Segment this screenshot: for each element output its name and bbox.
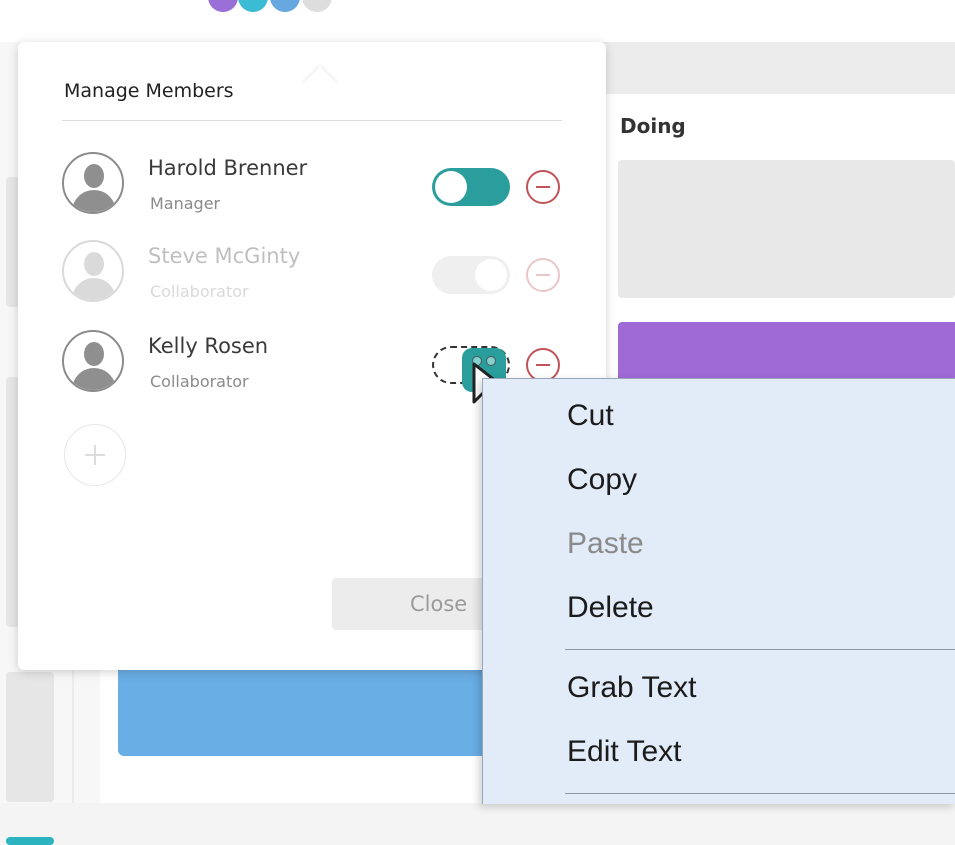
menu-separator bbox=[565, 793, 955, 794]
menu-item-paste: Paste bbox=[567, 527, 644, 560]
card[interactable] bbox=[6, 672, 54, 802]
minus-circle-icon[interactable] bbox=[526, 258, 560, 292]
role-toggle[interactable] bbox=[432, 168, 510, 206]
menu-item-copy[interactable]: Copy bbox=[567, 463, 637, 497]
popover-arrow bbox=[303, 67, 337, 101]
role-toggle[interactable] bbox=[432, 256, 510, 294]
card-blue[interactable] bbox=[118, 670, 488, 756]
member-role: Collaborator bbox=[150, 372, 249, 391]
member-name: Kelly Rosen bbox=[148, 334, 269, 358]
user-silhouette-icon bbox=[62, 152, 124, 214]
member-name: Steve McGinty bbox=[148, 244, 301, 268]
dialog-title: Manage Members bbox=[64, 80, 234, 102]
plus-icon[interactable] bbox=[64, 424, 126, 486]
menu-separator bbox=[565, 649, 955, 650]
member-row-steve: Steve McGinty Collaborator bbox=[62, 238, 582, 308]
member-role: Collaborator bbox=[150, 282, 249, 301]
member-role: Manager bbox=[150, 194, 221, 213]
column-title-doing: Doing bbox=[620, 114, 686, 138]
menu-item-cut[interactable]: Cut bbox=[567, 399, 614, 433]
divider bbox=[62, 120, 562, 121]
minus-circle-icon[interactable] bbox=[526, 170, 560, 204]
menu-item-edit-text[interactable]: Edit Text bbox=[567, 735, 682, 769]
member-row-harold: Harold Brenner Manager bbox=[62, 150, 582, 220]
menu-item-delete[interactable]: Delete bbox=[567, 591, 654, 625]
card[interactable] bbox=[6, 837, 54, 845]
member-name: Harold Brenner bbox=[148, 156, 308, 180]
user-silhouette-icon bbox=[62, 330, 124, 392]
context-menu: Cut Copy Paste Delete Grab Text Edit Tex… bbox=[482, 378, 955, 804]
close-button[interactable]: Close bbox=[332, 578, 492, 630]
user-silhouette-icon bbox=[62, 240, 124, 302]
board-top-bar bbox=[0, 0, 955, 42]
menu-item-grab-text[interactable]: Grab Text bbox=[567, 671, 697, 705]
card[interactable] bbox=[618, 160, 955, 298]
